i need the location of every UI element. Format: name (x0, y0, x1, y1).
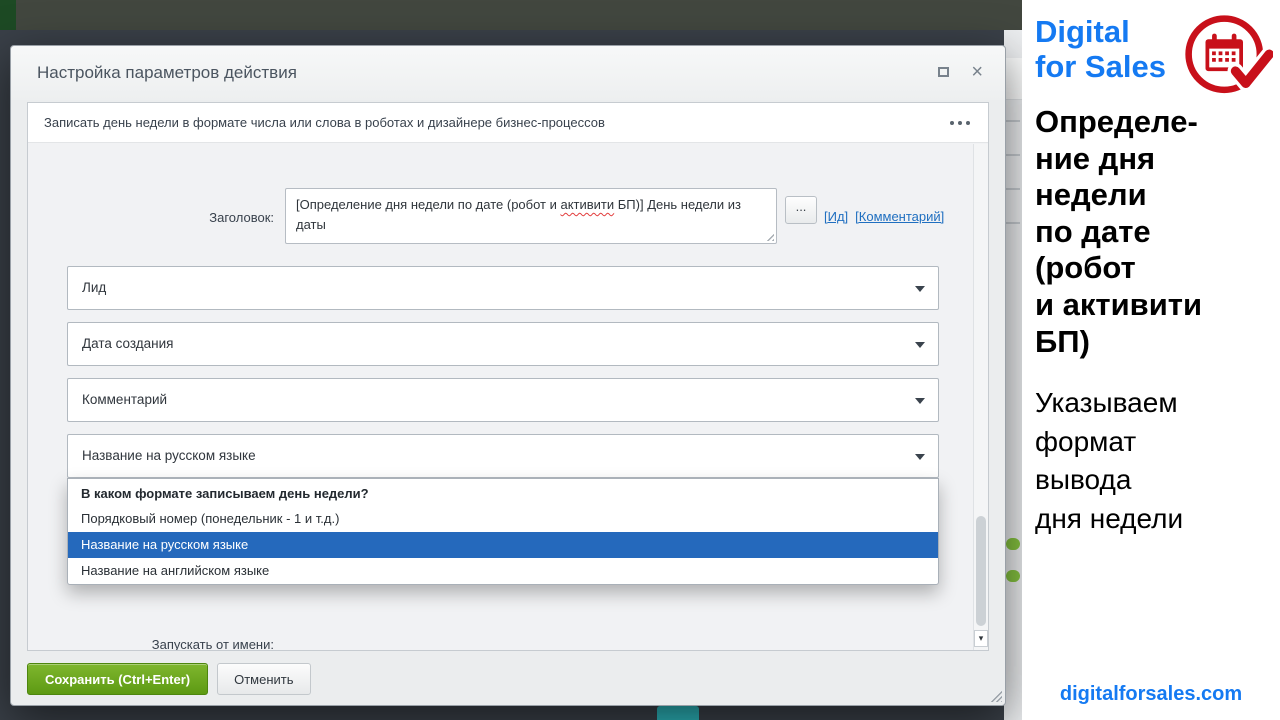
title-more-button[interactable]: ... (785, 196, 817, 224)
chevron-down-icon (915, 398, 925, 404)
comment-link[interactable]: [Комментарий] (855, 209, 944, 224)
heading-line: БП) (1035, 324, 1270, 361)
sidebar-heading: Определе- ние дня недели по дате (робот … (1035, 104, 1270, 360)
row-fragment (1006, 222, 1020, 224)
select-target-field-value: Комментарий (82, 392, 167, 407)
save-button[interactable]: Сохранить (Ctrl+Enter) (27, 663, 208, 695)
dialog-titlebar[interactable]: Настройка параметров действия × (11, 46, 1005, 100)
parameters-form: Заголовок: [Определение дня недели по да… (28, 144, 988, 650)
select-format[interactable]: Название на русском языке (67, 434, 939, 478)
title-text-misspelled: активити (560, 197, 614, 212)
dialog-body: Записать день недели в формате числа или… (27, 102, 989, 651)
heading-line: и активити (1035, 287, 1270, 324)
run-as-label: Запускать от имени: (28, 637, 274, 650)
branding-sidebar: Digital for Sales Определе- ние дня неде… (1022, 0, 1280, 720)
dropdown-question[interactable]: В каком формате записываем день недели? (68, 479, 938, 506)
dialog-resize-grip[interactable] (990, 690, 1002, 702)
row-fragment (1006, 188, 1020, 190)
activity-description-bar: Записать день недели в формате числа или… (28, 103, 988, 143)
note-line: дня недели (1035, 500, 1270, 539)
heading-line: недели (1035, 177, 1270, 214)
cancel-button[interactable]: Отменить (217, 663, 310, 695)
note-line: формат (1035, 423, 1270, 462)
screen: Настройка параметров действия × Записать… (0, 0, 1280, 720)
heading-line: ние дня (1035, 141, 1270, 178)
dialog-footer: Сохранить (Ctrl+Enter) Отменить (27, 663, 311, 695)
insert-links: [Ид] [Комментарий] (824, 209, 951, 224)
money-badge-fragment (1006, 570, 1020, 582)
select-date-field-value: Дата создания (82, 336, 174, 351)
heading-line: по дате (1035, 214, 1270, 251)
chevron-down-icon (915, 454, 925, 460)
page-topbar (0, 0, 1022, 30)
row-fragment (1006, 154, 1020, 156)
table-header-fragment (1004, 58, 1022, 100)
website-url: digitalforsales.com (1022, 683, 1280, 706)
heading-line: (робот (1035, 250, 1270, 287)
form-scrollbar[interactable]: ▾ (973, 144, 988, 650)
close-icon[interactable]: × (971, 65, 983, 79)
row-fragment (1006, 120, 1020, 122)
select-date-field[interactable]: Дата создания (67, 322, 939, 366)
window-controls: × (938, 65, 983, 79)
action-settings-dialog: Настройка параметров действия × Записать… (10, 45, 1006, 706)
money-badge-fragment (1006, 538, 1020, 550)
site-logo-fragment (0, 0, 16, 30)
id-link[interactable]: [Ид] (824, 209, 848, 224)
heading-line: Определе- (1035, 104, 1270, 141)
page-content-sliver (1004, 30, 1022, 720)
select-format-value: Название на русском языке (82, 448, 256, 463)
sidebar-note: Указываем формат вывода дня недели (1035, 384, 1270, 539)
textarea-resize-grip[interactable] (764, 231, 774, 241)
dropdown-option[interactable]: Название на английском языке (68, 558, 938, 584)
dropdown-option-selected[interactable]: Название на русском языке (68, 532, 938, 558)
select-target-field[interactable]: Комментарий (67, 378, 939, 422)
scroll-down-icon[interactable]: ▾ (974, 630, 988, 647)
page-button-fragment (657, 706, 699, 720)
note-line: вывода (1035, 461, 1270, 500)
chevron-down-icon (915, 286, 925, 292)
more-actions-icon[interactable] (948, 115, 972, 131)
maximize-icon[interactable] (938, 67, 949, 77)
title-textarea[interactable]: [Определение дня недели по дате (робот и… (285, 188, 777, 244)
select-entity[interactable]: Лид (67, 266, 939, 310)
scrollbar-thumb[interactable] (976, 516, 986, 626)
dropdown-option[interactable]: Порядковый номер (понедельник - 1 и т.д.… (68, 506, 938, 532)
format-dropdown-list: В каком формате записываем день недели? … (67, 478, 939, 585)
select-entity-value: Лид (82, 280, 106, 295)
chevron-down-icon (915, 342, 925, 348)
title-field-label: Заголовок: (28, 210, 274, 225)
activity-description: Записать день недели в формате числа или… (44, 115, 605, 130)
dialog-title: Настройка параметров действия (37, 63, 297, 83)
note-line: Указываем (1035, 384, 1270, 423)
title-text-before: [Определение дня недели по дате (робот и (296, 197, 560, 212)
calendar-logo-icon (1183, 13, 1273, 103)
